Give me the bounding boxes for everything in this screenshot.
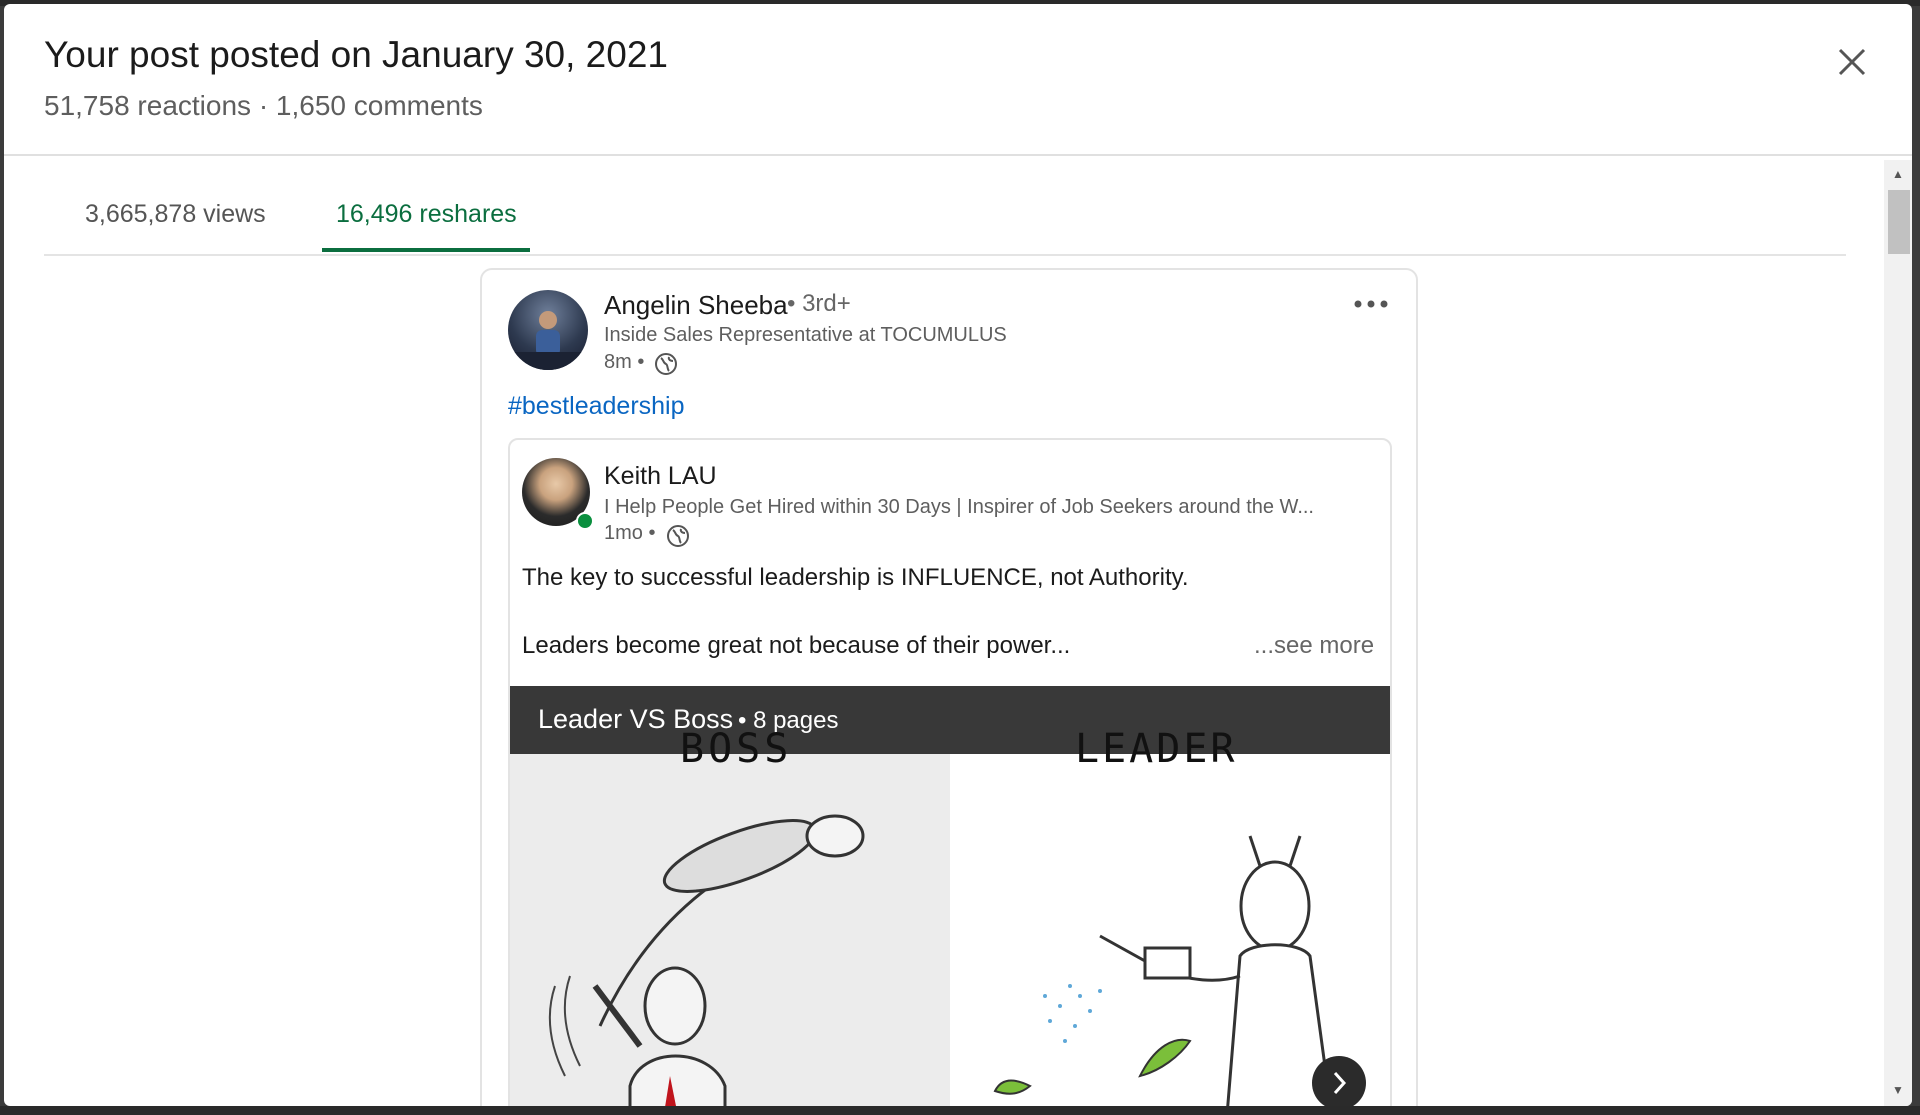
shared-post-time: 1mo • [604,522,656,544]
modal-header: Your post posted on January 30, 2021 51,… [4,4,1912,156]
globe-icon [667,525,689,547]
modal-title: Your post posted on January 30, 2021 [44,34,668,75]
globe-icon [655,353,677,375]
active-tab-indicator [322,248,530,252]
stats-tabs: 3,665,878 views 16,496 reshares [44,160,1846,256]
author-name[interactable]: Angelin Sheeba [604,290,788,321]
scrollbar-thumb[interactable] [1888,190,1910,254]
document-title-banner: Leader VS Boss • 8 pages [510,686,1390,754]
avatar[interactable] [508,290,588,370]
post-text-line: Leaders become great not because of thei… [522,632,1071,659]
see-more-link[interactable]: ...see more [1254,632,1374,660]
document-word-boss: BOSS [680,726,793,772]
scroll-down-arrow-icon[interactable]: ▼ [1884,1082,1912,1098]
chevron-right-icon [1333,1071,1347,1095]
author-headline: Inside Sales Representative at TOCUMULUS [604,324,1007,346]
reshare-card: Angelin Sheeba • 3rd+ Inside Sales Repre… [480,268,1418,1106]
close-button[interactable] [1830,40,1874,84]
tab-reshares[interactable]: 16,496 reshares [336,200,517,229]
document-carousel[interactable]: Leader VS Boss • 8 pages BOSS LEADER [510,686,1390,1106]
shared-author-name[interactable]: Keith LAU [604,462,717,491]
close-icon [1838,48,1866,76]
online-status-icon [576,512,594,530]
more-options-icon [1354,300,1388,308]
scroll-up-arrow-icon[interactable]: ▲ [1884,166,1912,182]
post-time: 8m • [604,351,645,373]
background-bottom-bar [0,1106,1920,1115]
post-text-line: The key to successful leadership is INFL… [522,564,1189,591]
scrollbar[interactable]: ▲ ▼ [1884,160,1912,1106]
more-options-button[interactable] [1350,294,1392,314]
hashtag-link[interactable]: #bestleadership [508,392,685,421]
tab-views[interactable]: 3,665,878 views [85,200,266,229]
shared-post[interactable]: Keith LAU I Help People Get Hired within… [508,438,1392,1106]
connection-degree: • 3rd+ [787,290,851,317]
post-stats-modal: Your post posted on January 30, 2021 51,… [4,4,1912,1106]
avatar-photo [508,311,588,370]
modal-subtitle: 51,758 reactions · 1,650 comments [44,90,483,121]
document-word-leader: LEADER [1075,726,1238,772]
next-page-button[interactable] [1312,1056,1366,1106]
shared-author-headline: I Help People Get Hired within 30 Days |… [604,496,1314,518]
